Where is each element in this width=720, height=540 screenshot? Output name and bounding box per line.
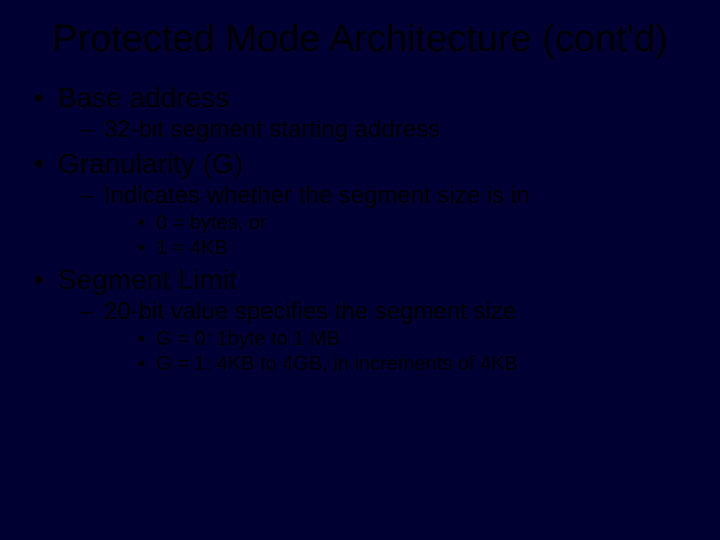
list-item: 1 = 4KB bbox=[134, 237, 690, 260]
list-item: 0 = bytes, or bbox=[134, 212, 690, 235]
slide-title: Protected Mode Architecture (cont'd) bbox=[30, 18, 690, 62]
bullet-list: Base address 32-bit segment starting add… bbox=[30, 82, 690, 376]
list-item: Segment Limit 20-bit value specifies the… bbox=[30, 264, 690, 376]
bullet-text: 32-bit segment starting address bbox=[104, 116, 440, 143]
bullet-text: Granularity (G) bbox=[58, 148, 243, 179]
list-item: G = 0: 1byte to 1 MB bbox=[134, 328, 690, 351]
list-item: Granularity (G) Indicates whether the se… bbox=[30, 148, 690, 260]
list-item: 32-bit segment starting address bbox=[76, 116, 690, 144]
bullet-text: 0 = bytes, or bbox=[156, 212, 267, 234]
sub-list: 32-bit segment starting address bbox=[76, 116, 690, 144]
bullet-text: 1 = 4KB bbox=[156, 237, 228, 259]
sub-sub-list: 0 = bytes, or 1 = 4KB bbox=[134, 212, 690, 260]
list-item: Indicates whether the segment size is in… bbox=[76, 182, 690, 260]
bullet-text: Segment Limit bbox=[58, 264, 237, 295]
list-item: 20-bit value specifies the segment size … bbox=[76, 298, 690, 376]
bullet-text: G = 1: 4KB to 4GB, in increments of 4KB bbox=[156, 353, 518, 375]
slide: Protected Mode Architecture (cont'd) Bas… bbox=[0, 0, 720, 540]
sub-list: 20-bit value specifies the segment size … bbox=[76, 298, 690, 376]
bullet-text: Indicates whether the segment size is in bbox=[104, 182, 530, 209]
sub-sub-list: G = 0: 1byte to 1 MB G = 1: 4KB to 4GB, … bbox=[134, 328, 690, 376]
bullet-text: 20-bit value specifies the segment size bbox=[104, 298, 516, 325]
sub-list: Indicates whether the segment size is in… bbox=[76, 182, 690, 260]
list-item: Base address 32-bit segment starting add… bbox=[30, 82, 690, 144]
bullet-text: G = 0: 1byte to 1 MB bbox=[156, 328, 340, 350]
list-item: G = 1: 4KB to 4GB, in increments of 4KB bbox=[134, 353, 690, 376]
bullet-text: Base address bbox=[58, 82, 229, 113]
